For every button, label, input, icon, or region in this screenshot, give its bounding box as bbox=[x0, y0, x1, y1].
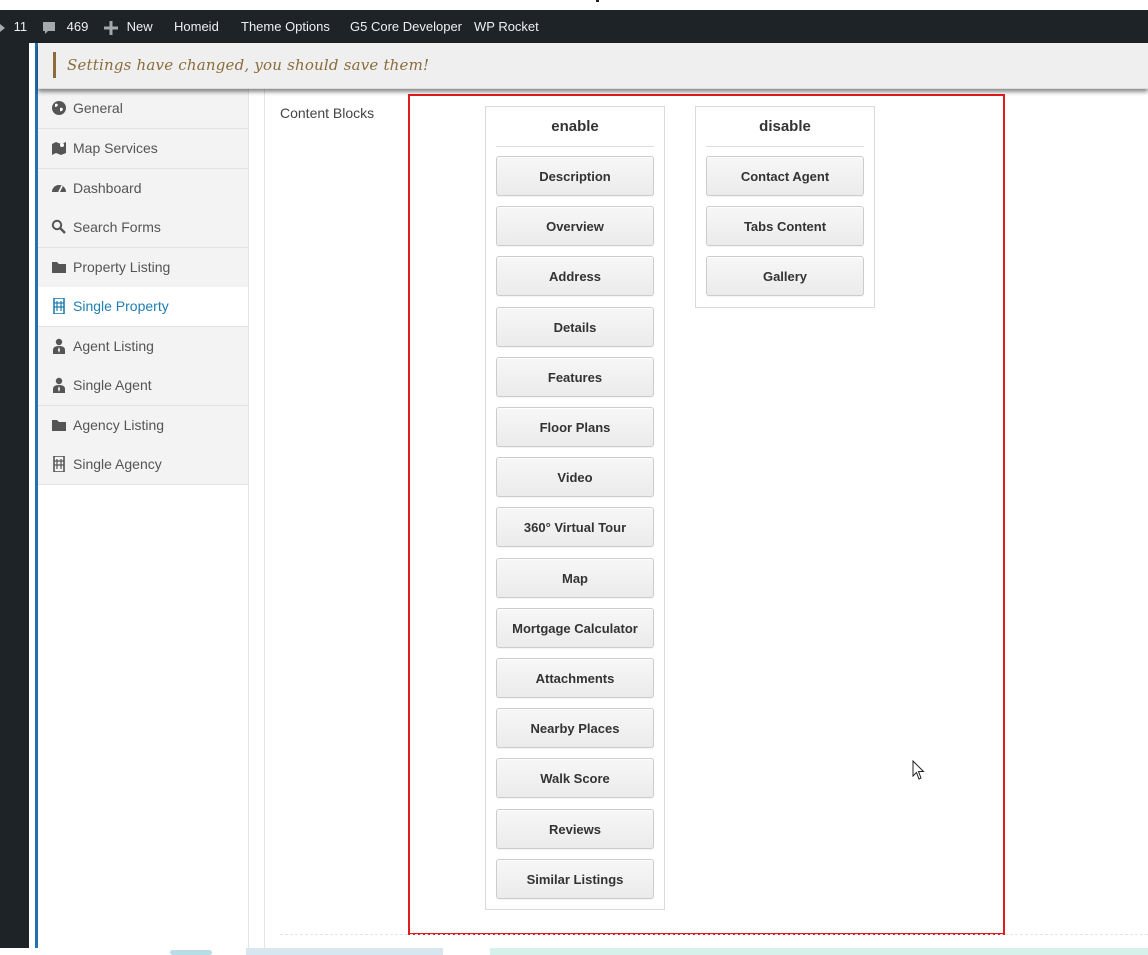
user-tie-icon bbox=[53, 338, 65, 354]
updates-item[interactable]: 11 bbox=[0, 10, 27, 43]
bottom-strip bbox=[0, 948, 1148, 955]
sidebar-item-label: Dashboard bbox=[73, 180, 142, 196]
globe-icon bbox=[52, 101, 66, 115]
updates-count: 11 bbox=[13, 19, 28, 34]
sidebar-item-label: Property Listing bbox=[73, 259, 171, 275]
menu-g5-core-developer[interactable]: G5 Core Developer bbox=[350, 10, 462, 43]
folder-icon bbox=[52, 420, 66, 431]
sidebar-item-map-services[interactable]: Map Services bbox=[38, 129, 248, 169]
user-tie-icon bbox=[53, 377, 65, 393]
bottom-segment bbox=[246, 948, 443, 955]
comments-item[interactable]: 469 bbox=[41, 10, 88, 43]
field-separator bbox=[280, 934, 1148, 935]
search-icon bbox=[51, 219, 66, 234]
sidebar-item-label: Search Forms bbox=[73, 219, 161, 235]
sidebar-item-single-agency[interactable]: Single Agency bbox=[38, 445, 248, 485]
sidebar-item-dashboard[interactable]: Dashboard bbox=[38, 169, 248, 209]
comments-count: 469 bbox=[66, 19, 89, 34]
sidebar-item-label: Agent Listing bbox=[73, 338, 154, 354]
sidebar-item-general[interactable]: General bbox=[38, 89, 248, 129]
new-label: New bbox=[126, 19, 153, 34]
bottom-segment bbox=[490, 948, 1148, 955]
plus-icon bbox=[104, 20, 118, 35]
sidebar-item-single-property[interactable]: Single Property bbox=[38, 287, 248, 327]
building-icon bbox=[53, 298, 65, 314]
save-notice: Settings have changed, you should save t… bbox=[38, 43, 1148, 89]
sidebar-item-single-agent[interactable]: Single Agent bbox=[38, 366, 248, 406]
mouse-cursor-icon bbox=[912, 760, 925, 780]
sidebar-item-agent-listing[interactable]: Agent Listing bbox=[38, 327, 248, 367]
options-sidebar: General Map Services Dashboard Search Fo… bbox=[38, 89, 249, 948]
menu-theme-options[interactable]: Theme Options bbox=[241, 10, 330, 43]
bottom-blob bbox=[170, 950, 212, 955]
sidebar-item-label: General bbox=[73, 100, 123, 116]
field-label: Content Blocks bbox=[280, 105, 375, 121]
new-item[interactable]: New bbox=[104, 10, 153, 43]
menu-wp-rocket[interactable]: WP Rocket bbox=[474, 10, 539, 43]
notice-bar bbox=[53, 52, 56, 78]
map-icon bbox=[52, 142, 66, 155]
comment-icon bbox=[43, 21, 55, 34]
admin-menu-edge bbox=[0, 43, 29, 948]
notice-text: Settings have changed, you should save t… bbox=[67, 56, 430, 74]
sidebar-item-property-listing[interactable]: Property Listing bbox=[38, 248, 248, 288]
sidebar-item-label: Map Services bbox=[73, 140, 158, 156]
refresh-icon bbox=[0, 23, 5, 32]
menu-homeid[interactable]: Homeid bbox=[174, 10, 219, 43]
sidebar-item-label: Single Agent bbox=[73, 377, 152, 393]
sidebar-item-label: Single Agency bbox=[73, 456, 162, 472]
folder-icon bbox=[52, 262, 66, 273]
admin-bar: 11 469 New Homeid Theme Options G5 Core … bbox=[0, 10, 1148, 43]
dashboard-icon bbox=[52, 185, 66, 193]
sidebar-item-label: Single Property bbox=[73, 298, 169, 314]
sidebar-item-agency-listing[interactable]: Agency Listing bbox=[38, 406, 248, 446]
highlight-box bbox=[408, 94, 1005, 935]
content-divider bbox=[264, 89, 265, 948]
sidebar-item-search-forms[interactable]: Search Forms bbox=[38, 208, 248, 248]
sidebar-item-label: Agency Listing bbox=[73, 417, 165, 433]
top-dot bbox=[596, 0, 599, 2]
building-icon bbox=[53, 456, 65, 472]
top-strip bbox=[0, 0, 1148, 10]
